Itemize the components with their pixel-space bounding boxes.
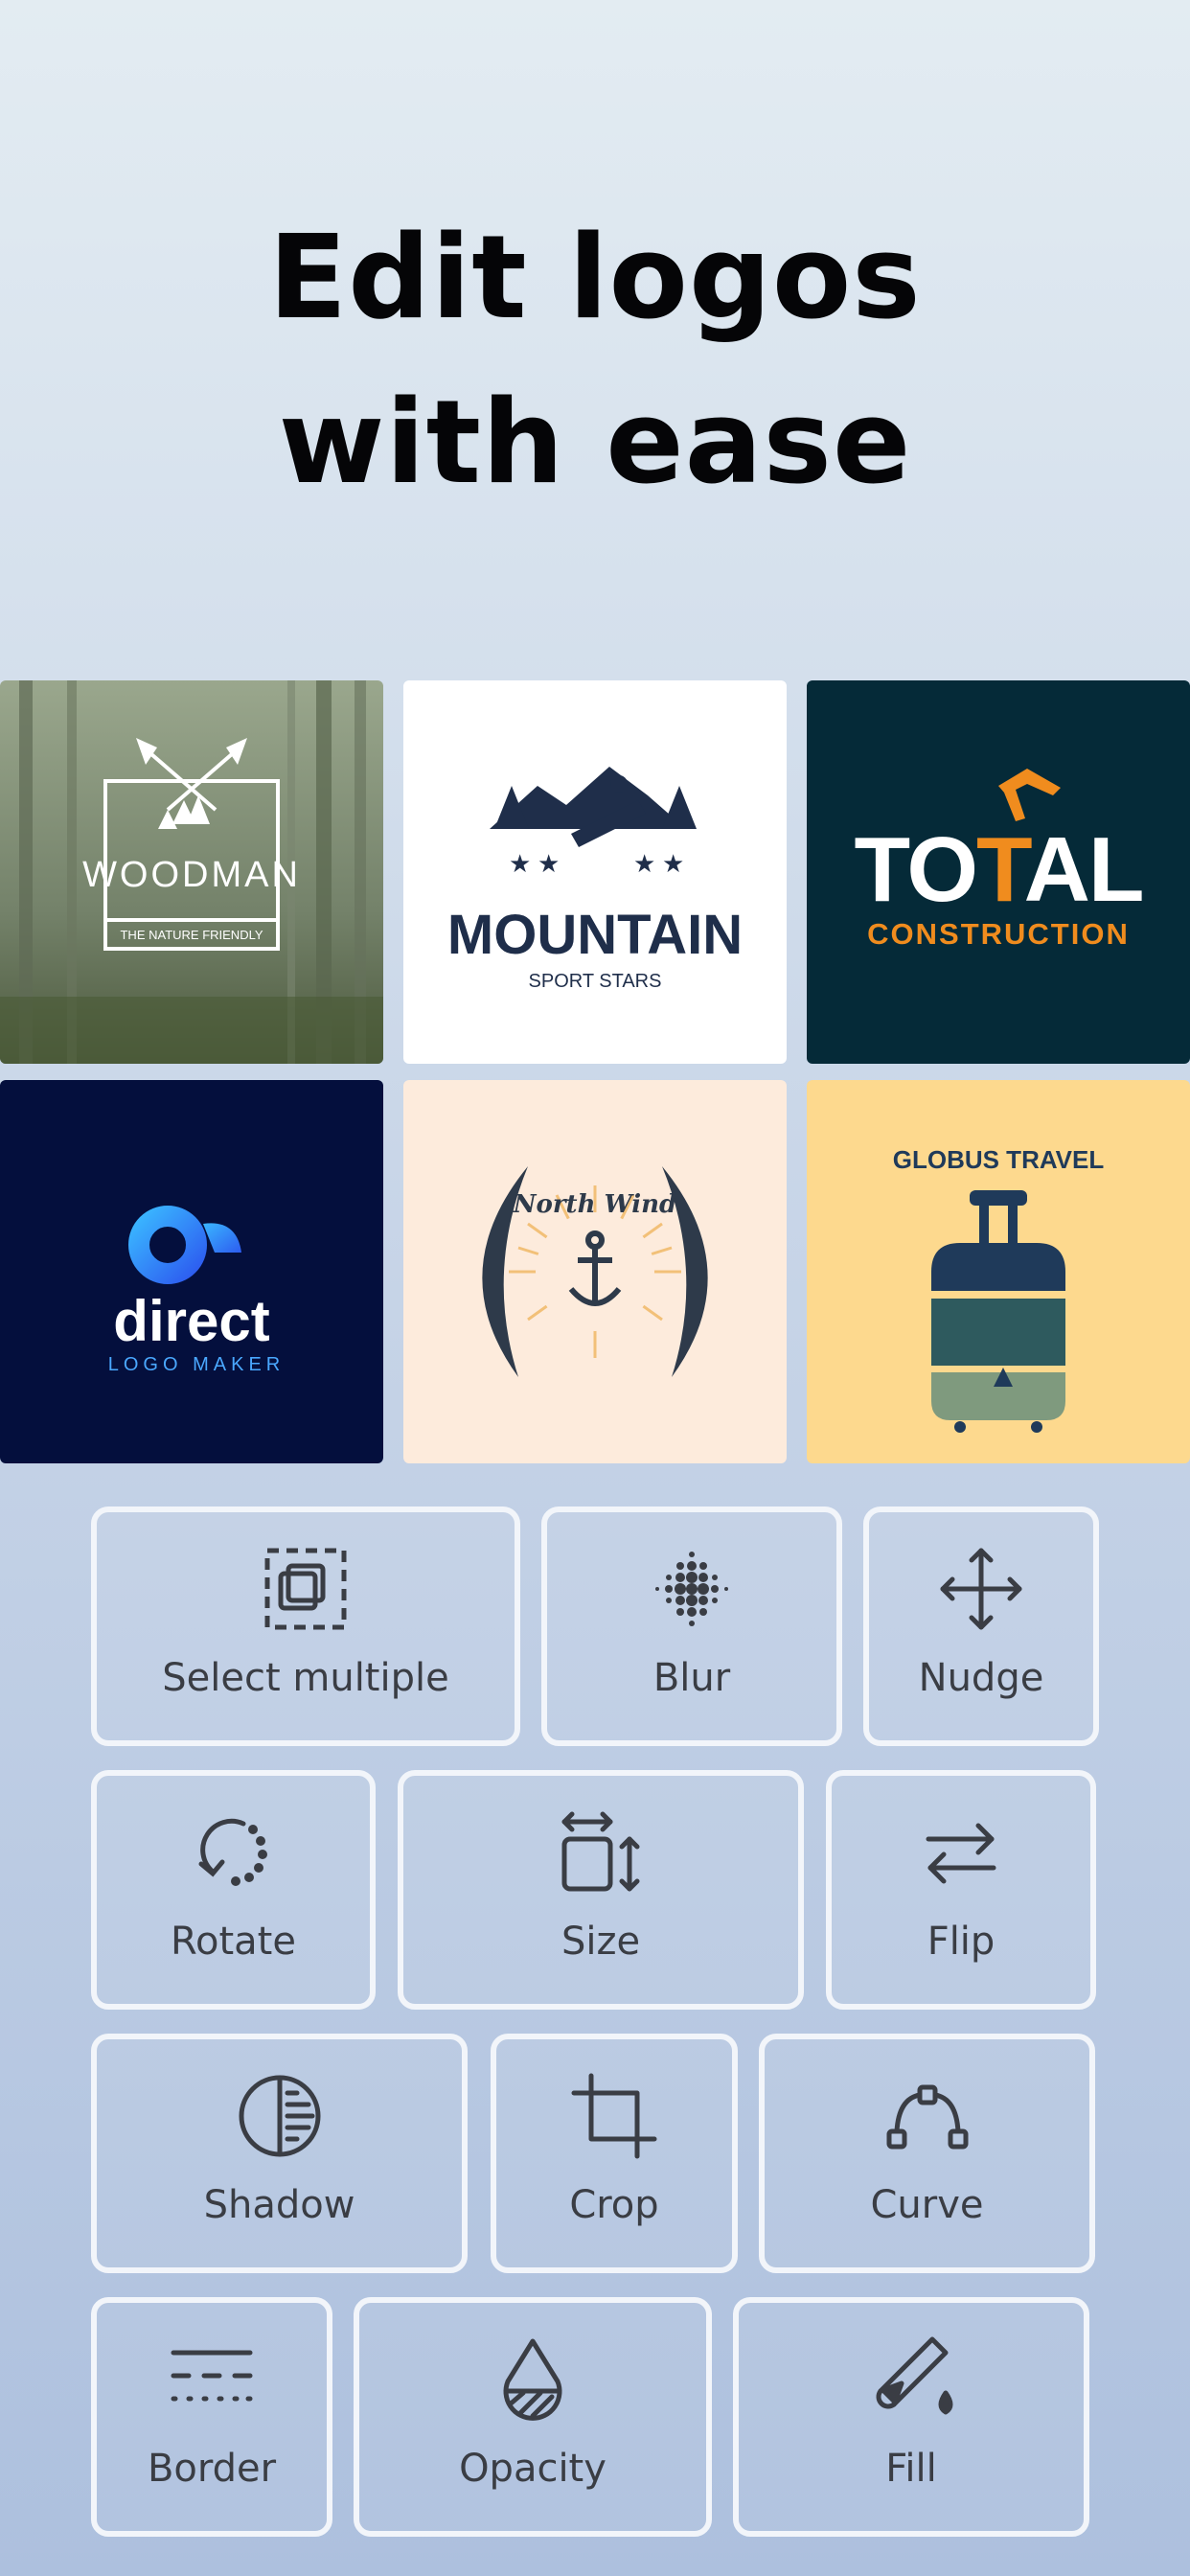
flip-label: Flip xyxy=(927,1920,995,1964)
logo-tile-north-wind[interactable]: North Wind xyxy=(403,1080,787,1463)
opacity-icon xyxy=(487,2334,579,2426)
fill-button[interactable]: Fill xyxy=(733,2297,1089,2537)
headline: Edit logos with ease xyxy=(0,196,1190,526)
curve-button[interactable]: Curve xyxy=(759,2034,1095,2273)
crop-button[interactable]: Crop xyxy=(491,2034,738,2273)
svg-text:★: ★ xyxy=(633,850,655,879)
crop-label: Crop xyxy=(569,2183,659,2227)
globus-travel-name: GLOBUS TRAVEL xyxy=(893,1145,1105,1174)
rotate-button[interactable]: Rotate xyxy=(91,1770,376,2010)
fill-label: Fill xyxy=(885,2447,937,2491)
direct-tagline: LOGO MAKER xyxy=(108,1354,285,1375)
total-name-part3: AL xyxy=(1024,818,1143,921)
logo-tile-globus-travel[interactable]: GLOBUS TRAVEL xyxy=(807,1080,1190,1463)
logo-tile-mountain[interactable]: ★ ★ ★ ★ MOUNTAIN SPORT STARS xyxy=(403,680,787,1064)
curve-icon xyxy=(881,2070,973,2162)
north-wind-name: North Wind xyxy=(513,1190,676,1219)
select-multiple-icon xyxy=(260,1543,352,1635)
rotate-icon xyxy=(188,1806,280,1898)
border-button[interactable]: Border xyxy=(91,2297,332,2537)
border-label: Border xyxy=(147,2447,277,2491)
mountain-tagline: SPORT STARS xyxy=(529,971,662,992)
shadow-icon xyxy=(234,2070,326,2162)
total-tagline: CONSTRUCTION xyxy=(867,917,1130,951)
blur-label: Blur xyxy=(652,1656,731,1700)
flip-icon xyxy=(915,1806,1007,1898)
shadow-label: Shadow xyxy=(203,2183,355,2227)
svg-text:★: ★ xyxy=(662,850,684,879)
blur-button[interactable]: Blur xyxy=(541,1506,842,1746)
size-button[interactable]: Size xyxy=(398,1770,804,2010)
logo-tile-direct[interactable]: direct LOGO MAKER xyxy=(0,1080,383,1463)
crop-icon xyxy=(568,2070,660,2162)
svg-text:★: ★ xyxy=(538,850,560,879)
opacity-button[interactable]: Opacity xyxy=(354,2297,712,2537)
nudge-icon xyxy=(935,1543,1027,1635)
border-icon xyxy=(166,2334,258,2426)
total-name-part1: TO xyxy=(854,818,976,921)
rotate-label: Rotate xyxy=(171,1920,296,1964)
nudge-label: Nudge xyxy=(918,1656,1044,1700)
headline-line-1: Edit logos xyxy=(268,212,922,345)
svg-text:TOTAL: TOTAL xyxy=(854,818,1142,921)
size-icon xyxy=(555,1806,647,1898)
flip-button[interactable]: Flip xyxy=(826,1770,1096,2010)
logo-tile-woodman[interactable]: WOODMAN THE NATURE FRIENDLY xyxy=(0,680,383,1064)
svg-text:★: ★ xyxy=(509,850,531,879)
logo-tile-total[interactable]: TOTAL CONSTRUCTION xyxy=(807,680,1190,1064)
curve-label: Curve xyxy=(870,2183,984,2227)
headline-line-2: with ease xyxy=(278,377,912,510)
shadow-button[interactable]: Shadow xyxy=(91,2034,468,2273)
woodman-name: WOODMAN xyxy=(82,855,301,895)
fill-icon xyxy=(865,2334,957,2426)
blur-icon xyxy=(646,1543,738,1635)
woodman-tagline: THE NATURE FRIENDLY xyxy=(120,928,263,942)
select-multiple-button[interactable]: Select multiple xyxy=(91,1506,520,1746)
size-label: Size xyxy=(561,1920,641,1964)
direct-name: direct xyxy=(113,1289,269,1353)
nudge-button[interactable]: Nudge xyxy=(863,1506,1099,1746)
opacity-label: Opacity xyxy=(459,2447,606,2491)
select-multiple-label: Select multiple xyxy=(162,1656,449,1700)
mountain-name: MOUNTAIN xyxy=(447,904,743,966)
